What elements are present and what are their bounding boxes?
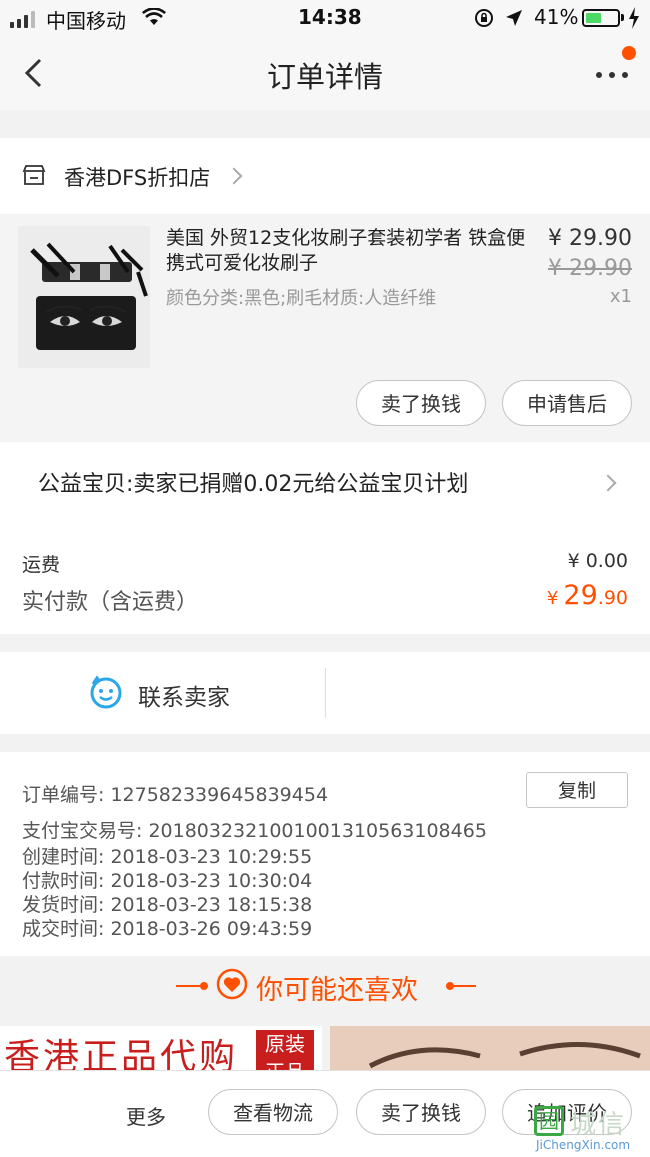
more-options-icon[interactable] <box>594 68 630 80</box>
clock: 14:38 <box>298 5 362 29</box>
recommend-card[interactable]: 香港正品代购 原装正品 <box>0 1026 322 1070</box>
recommend-title: 你可能还喜欢 <box>256 975 418 1006</box>
order-number: 订单编号: 127582339645839454 <box>22 784 329 806</box>
location-icon <box>506 10 522 26</box>
product-quantity: x1 <box>609 286 632 307</box>
more-button[interactable]: 更多 <box>126 1101 166 1130</box>
watermark-sub: JiChengXin.com <box>536 1138 631 1152</box>
product-spec: 颜色分类:黑色;刷毛材质:人造纤维 <box>166 288 437 309</box>
divider <box>452 985 476 987</box>
nav-bar: 订单详情 <box>0 36 650 110</box>
charging-icon <box>629 7 639 29</box>
payment-summary: 运费 ¥ 0.00 实付款（含运费） ¥ 29.90 <box>0 524 650 634</box>
watermark-logo-icon: 园 <box>534 1106 564 1136</box>
order-item[interactable]: 美国 外贸12支化妆刷子套装初学者 铁盒便携式可爱化妆刷子 颜色分类:黑色;刷毛… <box>0 214 650 442</box>
shipping-label: 运费 <box>22 554 61 576</box>
notification-dot <box>622 46 636 60</box>
contact-seller-button[interactable]: 联系卖家 <box>138 678 230 712</box>
product-title[interactable]: 美国 外贸12支化妆刷子套装初学者 铁盒便携式可爱化妆刷子 <box>166 226 526 276</box>
watermark: 园 城信 JiChengXin.com <box>530 1104 650 1156</box>
recommend-banners: 香港正品代购 原装正品 <box>0 1026 650 1070</box>
amount-paid-label: 实付款（含运费） <box>22 590 199 615</box>
shipped-time: 发货时间: 2018-03-23 18:15:38 <box>22 894 313 916</box>
signal-icon <box>10 8 40 28</box>
divider <box>200 982 208 990</box>
store-name: 香港DFS折扣店 <box>64 166 211 190</box>
wifi-icon <box>142 8 166 25</box>
chevron-right-icon <box>225 167 243 185</box>
view-logistics-button[interactable]: 查看物流 <box>208 1089 338 1135</box>
divider <box>325 668 326 718</box>
battery-percent: 41% <box>534 5 579 29</box>
banner-badge: 原装正品 <box>256 1030 314 1070</box>
sell-for-cash-button[interactable]: 卖了换钱 <box>356 380 486 426</box>
sell-for-cash-button[interactable]: 卖了换钱 <box>356 1089 486 1135</box>
divider <box>176 985 202 987</box>
chevron-right-icon <box>599 474 617 492</box>
charity-row[interactable]: 公益宝贝:卖家已捐赠0.02元给公益宝贝计划 <box>0 442 650 524</box>
carrier-label: 中国移动 <box>46 9 126 33</box>
recommend-card[interactable] <box>330 1026 650 1070</box>
paid-time: 付款时间: 2018-03-23 10:30:04 <box>22 870 313 892</box>
amount-paid-value: ¥ 29.90 <box>546 580 628 611</box>
product-price: ¥ 29.90 <box>548 226 632 251</box>
charity-text: 公益宝贝:卖家已捐赠0.02元给公益宝贝计划 <box>38 472 469 497</box>
status-bar: 中国移动 14:38 41% <box>0 0 650 36</box>
battery-icon <box>582 9 620 27</box>
store-header[interactable]: 香港DFS折扣店 <box>0 138 650 214</box>
contact-bar: 联系卖家 <box>0 652 650 734</box>
product-original-price: ¥ 29.90 <box>548 256 632 281</box>
completed-time: 成交时间: 2018-03-26 09:43:59 <box>22 918 313 940</box>
product-thumbnail[interactable] <box>18 226 150 368</box>
shipping-value: ¥ 0.00 <box>567 550 628 572</box>
recommend-header: 你可能还喜欢 <box>0 956 650 1026</box>
alipay-trade-number: 支付宝交易号: 2018032321001001310563108465 <box>22 820 487 842</box>
store-icon <box>22 165 46 185</box>
copy-button[interactable]: 复制 <box>526 772 628 808</box>
request-after-sales-button[interactable]: 申请售后 <box>502 380 632 426</box>
order-info: 订单编号: 127582339645839454 复制 支付宝交易号: 2018… <box>0 752 650 956</box>
heart-icon <box>216 968 248 1000</box>
chat-face-icon[interactable] <box>88 674 124 710</box>
page-title: 订单详情 <box>266 60 383 94</box>
watermark-text: 城信 <box>570 1110 627 1140</box>
created-time: 创建时间: 2018-03-23 10:29:55 <box>22 846 313 868</box>
rotation-lock-icon <box>475 9 493 27</box>
banner-text: 香港正品代购 <box>4 1037 239 1070</box>
